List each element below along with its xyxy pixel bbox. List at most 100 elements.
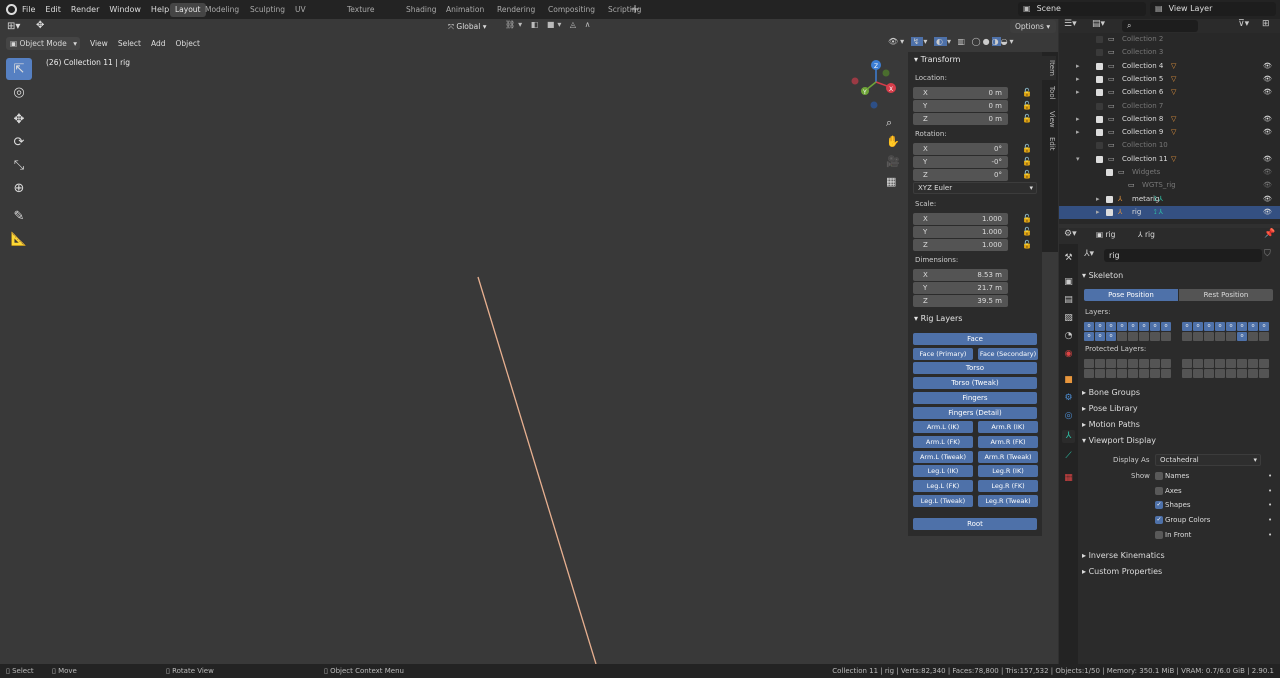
rest-position-button[interactable]: Rest Position <box>1179 289 1273 301</box>
bone-layer-cell[interactable]: o <box>1237 331 1247 341</box>
section-motion-paths[interactable]: ▸ Motion Paths <box>1082 417 1278 433</box>
keyframe-dot-icon[interactable]: • <box>1268 500 1272 510</box>
add-workspace-button[interactable]: + <box>630 2 640 16</box>
navigation-gizmo[interactable]: Z X Y <box>846 56 906 116</box>
outliner-row[interactable]: ▭ WGTS_rig 👁 <box>1059 179 1280 192</box>
constraints-tab-icon[interactable]: ⅄ <box>1062 430 1075 443</box>
visibility-eye-icon[interactable]: 👁 <box>1263 126 1272 139</box>
tab-edit[interactable]: Edit <box>1042 134 1056 154</box>
bone-layer-cell[interactable] <box>1182 331 1192 341</box>
output-tab-icon[interactable]: ▤ <box>1062 294 1075 307</box>
tab-view[interactable]: View <box>1042 108 1056 130</box>
bone-layer-cell[interactable] <box>1161 331 1171 341</box>
protected-layer-cell[interactable] <box>1095 359 1105 368</box>
keyframe-dot-icon[interactable]: • <box>1268 486 1272 496</box>
bone-layer-cell[interactable]: o <box>1139 322 1149 331</box>
expand-arrow-icon[interactable]: ▸ <box>1096 206 1100 219</box>
location-x-field[interactable]: X 0 m <box>913 87 1008 99</box>
visibility-eye-icon[interactable]: 👁 <box>1263 166 1272 179</box>
rig-layer-arm-l-ik-[interactable]: Arm.L (IK) <box>913 421 973 434</box>
include-checkbox[interactable] <box>1096 62 1103 70</box>
bone-layer-cell[interactable] <box>1193 331 1203 341</box>
neg-x-axis-icon[interactable] <box>851 77 859 85</box>
protected-layer-cell[interactable] <box>1226 359 1236 368</box>
tab-uv-editing[interactable]: UV Editing <box>290 3 326 28</box>
protected-layer-cell[interactable] <box>1248 368 1258 378</box>
orientation-selector[interactable]: ⤧ Global ▾ <box>448 20 498 33</box>
protected-layer-cell[interactable] <box>1117 359 1127 368</box>
rig-layer-root[interactable]: Root <box>913 518 1037 531</box>
scene-selector[interactable]: ▣ Scene <box>1018 2 1146 16</box>
outliner-row[interactable]: ▾ ▭ Collection 11 👁 ▽ <box>1059 153 1280 166</box>
protected-layer-cell[interactable] <box>1193 359 1203 368</box>
location-lock-icon[interactable]: 🔓 <box>1022 100 1032 112</box>
menu-edit[interactable]: Edit <box>45 0 61 19</box>
outliner-type-icon[interactable]: ☰▾ <box>1064 19 1077 29</box>
visibility-eye-icon[interactable]: 👁 <box>1263 193 1272 206</box>
move-tool-icon[interactable]: ✥ <box>6 108 32 130</box>
annotate-tool-icon[interactable]: ✎ <box>6 205 32 227</box>
include-checkbox[interactable] <box>1106 169 1113 176</box>
scale-y-field[interactable]: Y 1.000 <box>913 226 1008 238</box>
pivot-snapping-icons[interactable]: ⛓▾ ◧ ■▾ ◬ ∧ <box>505 20 593 29</box>
outliner-row[interactable]: ▸ ▭ Collection 6 👁 ▽ <box>1059 86 1280 99</box>
protected-layer-cell[interactable] <box>1215 368 1225 378</box>
bone-layer-cell[interactable]: o <box>1182 322 1192 331</box>
bone-layer-cell[interactable]: o <box>1128 322 1138 331</box>
outliner-search-input[interactable]: ⌕ <box>1122 20 1198 32</box>
measure-tool-icon[interactable]: 📐 <box>6 228 32 250</box>
neg-z-axis-icon[interactable] <box>870 101 878 109</box>
show-shapes-checkbox[interactable]: ✓ Shapes • <box>1155 500 1275 512</box>
protected-layer-cell[interactable] <box>1084 368 1094 378</box>
rotation-lock-icon[interactable]: 🔓 <box>1022 143 1032 155</box>
tab-compositing[interactable]: Compositing <box>543 3 600 17</box>
outliner-row[interactable]: ▸ ▭ Collection 9 👁 ▽ <box>1059 126 1280 139</box>
bone-layer-cell[interactable] <box>1128 331 1138 341</box>
dimensions-y-field[interactable]: Y 21.7 m <box>913 282 1008 294</box>
rig-layer-fingers[interactable]: Fingers <box>913 391 1037 404</box>
display-as-select[interactable]: Octahedral ▾ <box>1155 454 1261 466</box>
bone-layer-cell[interactable]: o <box>1084 331 1094 341</box>
tab-sculpting[interactable]: Sculpting <box>245 3 290 17</box>
rig-layer-fingers-detail-[interactable]: Fingers (Detail) <box>913 406 1037 419</box>
properties-type-icon[interactable]: ⚙▾ <box>1064 229 1077 239</box>
bone-layer-cell[interactable] <box>1259 331 1269 341</box>
rig-layers-header[interactable]: ▾ Rig Layers <box>908 312 1042 326</box>
neg-y-axis-icon[interactable] <box>882 69 890 77</box>
object-tab-icon[interactable]: ■ <box>1062 374 1075 387</box>
bone-layer-cell[interactable] <box>1204 331 1214 341</box>
protected-layer-cell[interactable] <box>1128 359 1138 368</box>
protected-layer-cell[interactable] <box>1193 368 1203 378</box>
rotation-lock-icon[interactable]: 🔓 <box>1022 156 1032 168</box>
overlay-icon[interactable]: ◐ <box>933 37 947 46</box>
grid-icon[interactable]: ▦ <box>886 175 896 188</box>
bone-layer-cell[interactable]: o <box>1193 322 1203 331</box>
rig-layer-face[interactable]: Face <box>913 333 1037 345</box>
options-button[interactable]: Options ▾ <box>1010 20 1056 33</box>
tab-tool[interactable]: Tool <box>1042 83 1056 103</box>
tab-texture-paint[interactable]: Texture Paint <box>342 3 379 28</box>
rig-layer-leg-r-fk-[interactable]: Leg.R (FK) <box>978 480 1038 492</box>
viewport-menu-view[interactable]: View <box>86 36 112 51</box>
include-checkbox[interactable] <box>1096 115 1103 123</box>
rig-layer-leg-r-ik-[interactable]: Leg.R (IK) <box>978 465 1038 478</box>
protected-layer-cell[interactable] <box>1204 368 1214 378</box>
bone-layer-cell[interactable]: o <box>1106 331 1116 341</box>
show-group-colors-checkbox[interactable]: ✓ Group Colors • <box>1155 515 1275 527</box>
include-checkbox[interactable] <box>1096 142 1103 150</box>
include-checkbox[interactable] <box>1096 129 1103 137</box>
rig-layer-arm-l-fk-[interactable]: Arm.L (FK) <box>913 435 973 448</box>
bone-layer-cell[interactable]: o <box>1095 322 1105 331</box>
scale-lock-icon[interactable]: 🔓 <box>1022 213 1032 225</box>
menu-render[interactable]: Render <box>71 0 99 19</box>
visibility-eye-icon[interactable]: 👁 <box>1263 206 1272 219</box>
rotation-mode-select[interactable]: XYZ Euler ▾ <box>913 182 1037 194</box>
bone-layer-cell[interactable]: o <box>1117 322 1127 331</box>
viewport-display-header[interactable]: ▾ Viewport Display <box>1082 433 1278 449</box>
rig-layer-leg-r-tweak-[interactable]: Leg.R (Tweak) <box>978 494 1038 507</box>
location-lock-icon[interactable]: 🔓 <box>1022 87 1032 99</box>
transform-panel-header[interactable]: ▾ Transform <box>908 53 1042 67</box>
expand-arrow-icon[interactable]: ▸ <box>1076 86 1080 99</box>
pin-icon[interactable]: 📌 <box>1264 229 1275 239</box>
bone-layer-cell[interactable] <box>1117 331 1127 341</box>
